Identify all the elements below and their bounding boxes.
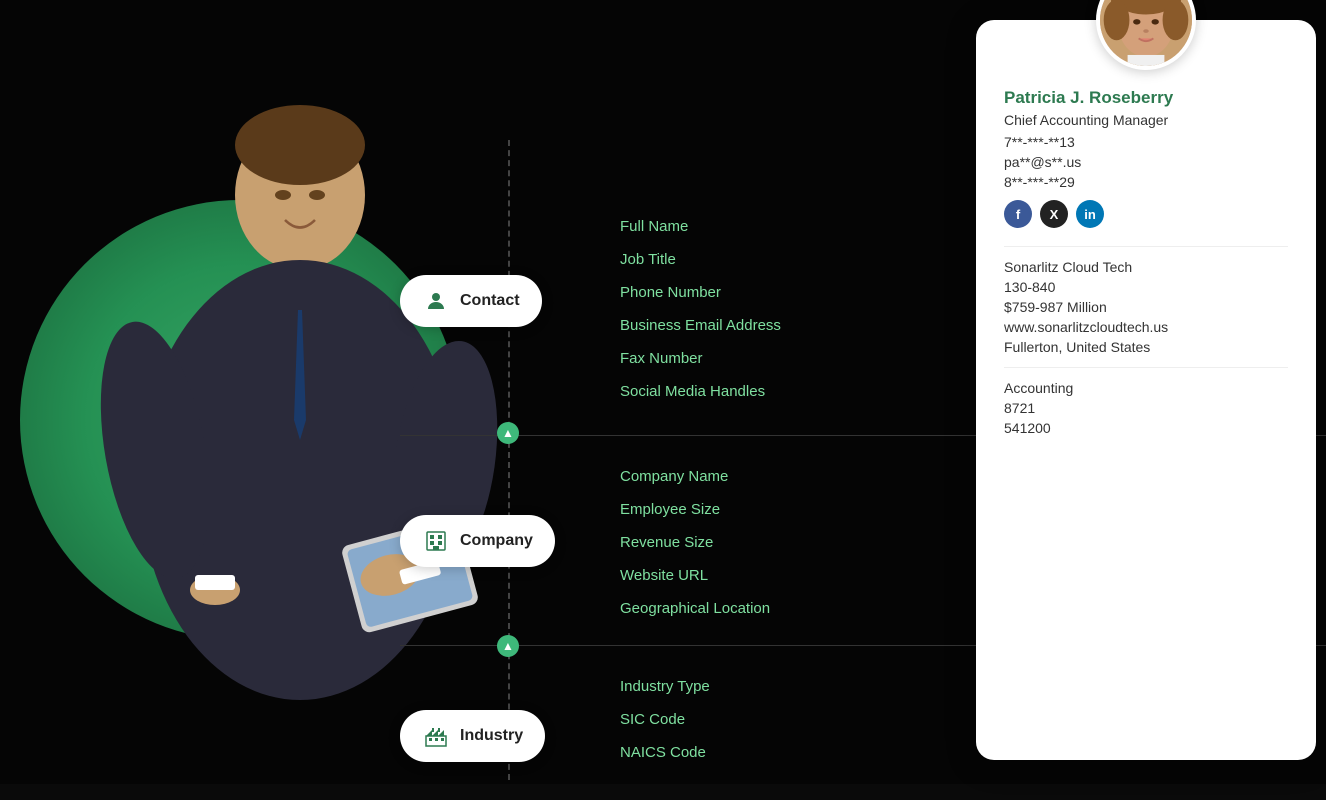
profile-company: Sonarlitz Cloud Tech (1004, 259, 1288, 275)
field-revenue: Revenue Size (620, 526, 770, 559)
company-badge-label: Company (460, 532, 533, 550)
profile-email: pa**@s**.us (1004, 154, 1288, 170)
profile-employees: 130-840 (1004, 279, 1288, 295)
twitter-x-icon[interactable]: X (1040, 200, 1068, 228)
industry-badge[interactable]: Industry (400, 710, 545, 762)
field-company-name: Company Name (620, 460, 770, 493)
company-badge[interactable]: Company (400, 515, 555, 567)
profile-naics: 541200 (1004, 420, 1288, 436)
profile-card: Patricia J. Roseberry Chief Accounting M… (976, 20, 1316, 760)
profile-phone: 7**-***-**13 (1004, 134, 1288, 150)
social-icons-group: f X in (1004, 200, 1288, 228)
linkedin-icon[interactable]: in (1076, 200, 1104, 228)
profile-job-title: Chief Accounting Manager (1004, 112, 1288, 128)
profile-industry: Accounting (1004, 380, 1288, 396)
divider-2 (1004, 367, 1288, 368)
field-phone: Phone Number (620, 276, 781, 309)
field-email: Business Email Address (620, 309, 781, 342)
profile-sic: 8721 (1004, 400, 1288, 416)
profile-website: www.sonarlitzcloudtech.us (1004, 319, 1288, 335)
field-geo: Geographical Location (620, 592, 770, 625)
building-icon (422, 527, 450, 555)
contact-badge[interactable]: Contact (400, 275, 542, 327)
profile-avatar (1096, 0, 1196, 70)
divider-1 (1004, 246, 1288, 247)
arrow-company: ▲ (497, 635, 519, 657)
industry-fields: Industry Type SIC Code NAICS Code (620, 670, 710, 769)
field-naics: NAICS Code (620, 736, 710, 769)
field-job-title: Job Title (620, 243, 781, 276)
person-icon (422, 287, 450, 315)
field-sic: SIC Code (620, 703, 710, 736)
field-fax: Fax Number (620, 342, 781, 375)
field-website: Website URL (620, 559, 770, 592)
profile-revenue: $759-987 Million (1004, 299, 1288, 315)
arrow-contact: ▲ (497, 422, 519, 444)
field-employee-size: Employee Size (620, 493, 770, 526)
info-center: ▲ ▲ Contact Full Name Job Title Phone Nu… (400, 80, 1000, 800)
profile-fax: 8**-***-**29 (1004, 174, 1288, 190)
field-full-name: Full Name (620, 210, 781, 243)
dashed-vertical-line (508, 140, 510, 780)
profile-name: Patricia J. Roseberry (1004, 88, 1288, 108)
contact-badge-label: Contact (460, 292, 520, 310)
field-social: Social Media Handles (620, 375, 781, 408)
factory-icon (422, 722, 450, 750)
contact-fields: Full Name Job Title Phone Number Busines… (620, 210, 781, 408)
field-industry-type: Industry Type (620, 670, 710, 703)
industry-badge-label: Industry (460, 727, 523, 745)
company-fields: Company Name Employee Size Revenue Size … (620, 460, 770, 625)
profile-location: Fullerton, United States (1004, 339, 1288, 355)
facebook-icon[interactable]: f (1004, 200, 1032, 228)
